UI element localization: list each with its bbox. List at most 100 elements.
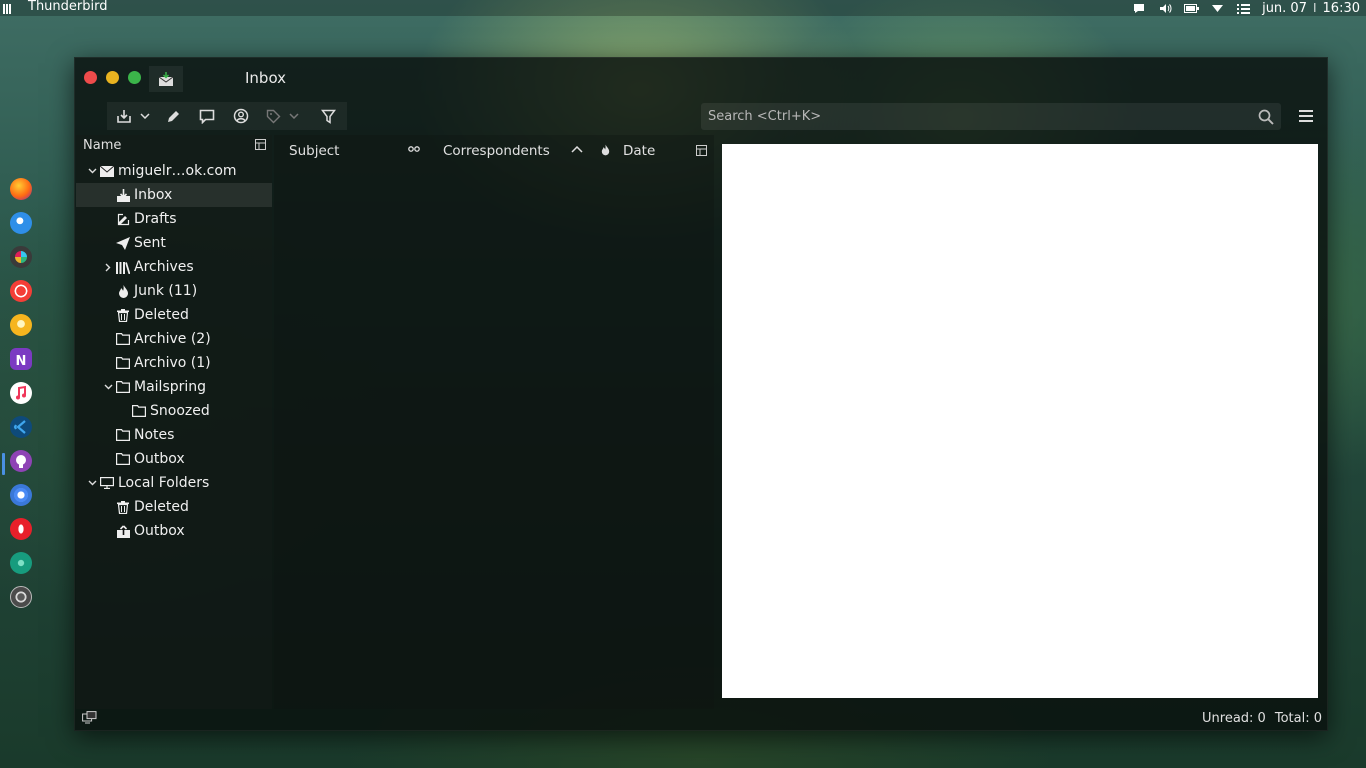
sort-ascending-icon[interactable] [571,146,583,153]
archives-icon [116,260,130,274]
folder-inbox[interactable]: Inbox [76,183,272,207]
tag-button[interactable] [263,100,283,132]
github-icon[interactable] [10,450,32,472]
battery-icon[interactable] [1178,0,1204,16]
music-icon[interactable] [10,382,32,404]
tab-title[interactable]: Inbox [245,69,286,87]
slack-icon[interactable] [10,246,32,268]
online-status-icon[interactable] [82,711,97,724]
message-preview-pane[interactable] [722,144,1318,698]
address-book-button[interactable] [229,100,253,132]
app-menu-icon[interactable] [3,3,14,14]
idea-bulb-icon[interactable] [10,314,32,336]
opera-icon[interactable] [10,518,32,540]
close-window-button[interactable] [84,71,97,84]
chat-icon[interactable] [1126,0,1152,16]
hamburger-menu-icon [1299,110,1313,122]
svg-text:N: N [16,354,27,369]
column-subject[interactable]: Subject [289,143,339,159]
column-correspondents[interactable]: Correspondents [443,143,550,159]
inbox-icon [116,188,130,202]
volume-icon[interactable] [1152,0,1178,16]
global-search[interactable] [701,103,1281,130]
chevron-down-icon[interactable] [86,168,98,174]
folder-deleted[interactable]: Deleted [76,303,272,327]
local-folder-deleted[interactable]: Deleted [76,495,272,519]
folder-icon [116,380,130,394]
outbox-icon [116,524,130,538]
gitkraken-icon[interactable] [10,552,32,574]
chat-button[interactable] [195,100,219,132]
mail-account-icon [100,164,114,178]
address-book-icon [233,108,249,124]
folder-icon [132,404,146,418]
thread-icon[interactable] [408,146,420,152]
folder-label: Deleted [134,307,189,323]
pocket-casts-icon[interactable] [10,280,32,302]
folder-outbox[interactable]: Outbox [76,447,272,471]
total-count: Total: 0 [1274,711,1322,726]
account-row[interactable]: miguelr…ok.com [76,159,272,183]
folder-pane-header: Name [76,135,272,157]
folder-label: Archive (2) [134,331,211,347]
firefox-icon[interactable] [10,178,32,200]
wifi-icon[interactable] [1204,0,1230,16]
onenote-icon[interactable]: N [10,348,32,370]
title-bar[interactable]: Inbox [75,58,1327,98]
column-picker-icon[interactable] [255,139,266,150]
filter-icon [320,109,336,124]
folder-label: Snoozed [150,403,210,419]
local-folders-row[interactable]: Local Folders [76,471,272,495]
folder-junk[interactable]: Junk (11) [76,279,272,303]
column-picker-icon[interactable] [696,145,707,156]
folder-drafts[interactable]: Drafts [76,207,272,231]
get-messages-button[interactable] [113,100,135,132]
get-messages-dropdown[interactable] [137,100,153,132]
clock-time[interactable]: 16:30 [1323,1,1360,16]
folder-sent[interactable]: Sent [76,231,272,255]
system-settings-icon[interactable] [10,586,32,608]
folder-mailspring[interactable]: Mailspring [76,375,272,399]
folder-label: Archivo (1) [134,355,211,371]
quick-filter-button[interactable] [317,100,339,132]
dock-active-indicator [2,453,5,475]
app-menu-button[interactable] [1291,102,1321,130]
folder-notes[interactable]: Notes [76,423,272,447]
folder-archivo[interactable]: Archivo (1) [76,351,272,375]
folder-archives[interactable]: Archives [76,255,272,279]
write-button[interactable] [161,100,185,132]
thunderbird-icon[interactable] [10,212,32,234]
trash-icon [116,500,130,514]
computer-icon [100,476,114,490]
junk-status-icon[interactable] [601,144,610,156]
system-tray: jun. 07 I 16:30 [1126,0,1366,16]
folder-icon [116,452,130,466]
paper-plane-icon [116,236,130,250]
search-input[interactable] [701,109,1251,124]
tag-dropdown[interactable] [287,100,301,132]
search-icon[interactable] [1251,109,1281,125]
chevron-down-icon[interactable] [86,480,98,486]
menu-list-icon[interactable] [1230,0,1256,16]
folder-snoozed[interactable]: Snoozed [76,399,272,423]
minimize-window-button[interactable] [106,71,119,84]
folder-label: Deleted [134,499,189,515]
column-date[interactable]: Date [623,143,655,159]
local-folder-outbox[interactable]: Outbox [76,519,272,543]
pencil-icon [167,110,179,122]
chevron-down-icon [289,113,299,119]
chrome-icon[interactable] [10,484,32,506]
clock-date[interactable]: jun. 07 [1262,1,1307,16]
maximize-window-button[interactable] [128,71,141,84]
message-counts: Unread: 0 Total: 0 [1202,711,1322,726]
folder-icon [116,356,130,370]
folder-column-name[interactable]: Name [83,138,121,153]
thread-pane[interactable]: Subject Correspondents Date [274,135,714,709]
unread-count: Unread: 0 [1202,711,1266,726]
chevron-right-icon[interactable] [102,263,114,272]
folder-archive[interactable]: Archive (2) [76,327,272,351]
vscode-icon[interactable] [10,416,32,438]
chevron-down-icon[interactable] [102,384,114,390]
mail-tab[interactable] [149,66,183,92]
active-app-name[interactable]: Thunderbird [28,0,108,14]
